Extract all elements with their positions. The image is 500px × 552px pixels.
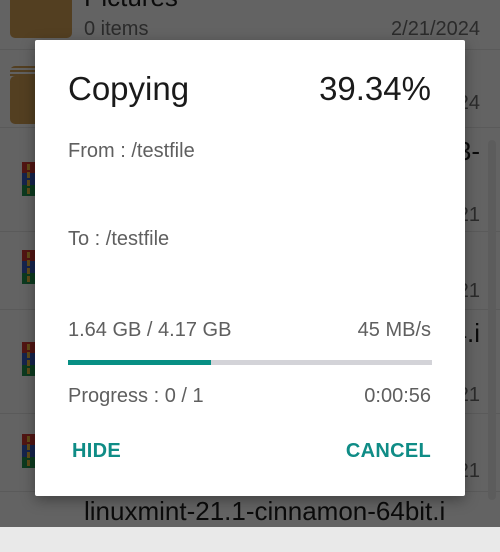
- cancel-button[interactable]: CANCEL: [346, 440, 431, 463]
- dialog-title: Copying: [68, 70, 190, 107]
- size-progress: 1.64 GB / 4.17 GB: [68, 319, 232, 341]
- item-progress: Progress : 0 / 1: [68, 385, 204, 407]
- copy-progress-dialog: Copying 39.34% From : /testfile To : /te…: [35, 40, 465, 496]
- transfer-speed: 45 MB/s: [357, 319, 431, 341]
- hide-button[interactable]: HIDE: [72, 440, 121, 463]
- percent-complete: 39.34%: [319, 70, 431, 107]
- progress-bar: [68, 360, 432, 365]
- source-path: From : /testfile: [68, 140, 195, 162]
- destination-path: To : /testfile: [68, 228, 170, 250]
- progress-bar-fill: [68, 360, 212, 365]
- time-remaining: 0:00:56: [364, 385, 431, 407]
